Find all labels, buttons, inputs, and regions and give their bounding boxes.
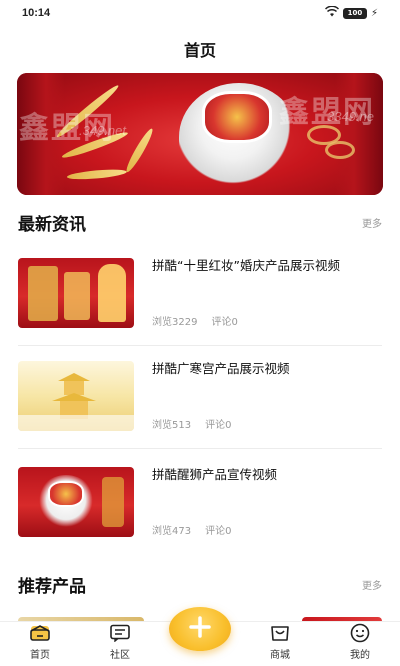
recommended-more-link[interactable]: 更多 [362, 577, 382, 592]
latest-news-title-text: 最新资讯 [18, 215, 86, 235]
shop-bag-icon [269, 624, 291, 642]
wifi-icon [324, 5, 340, 20]
recommended-title-text: 推荐产品 [18, 577, 86, 597]
latest-news-header: 最新资讯 更多 [18, 210, 382, 237]
news-thumbnail [18, 467, 134, 537]
tab-profile-label: 我的 [350, 650, 370, 661]
tab-shop[interactable]: 商城 [240, 622, 320, 666]
news-meta: 浏览473 评论0 [152, 522, 231, 537]
tab-profile[interactable]: 我的 [320, 622, 400, 666]
latest-news-title: 最新资讯 [18, 210, 86, 237]
center-add-button[interactable] [169, 607, 231, 651]
recommended-header: 推荐产品 更多 [18, 572, 382, 599]
watermark-url-left: .349.net [79, 123, 126, 138]
profile-smile-icon [349, 623, 371, 643]
battery-icon: 100 [342, 7, 367, 19]
status-bar: 10:14 100 ⚡ [0, 0, 400, 26]
plus-icon [187, 614, 213, 645]
community-icon [109, 624, 131, 642]
news-info: 拼酷醒狮产品宣传视频 浏览473 评论0 [152, 467, 382, 539]
status-time: 10:14 [22, 7, 51, 19]
lion-face [202, 91, 272, 143]
news-meta: 浏览3229 评论0 [152, 313, 238, 328]
views-count: 浏览473 [152, 526, 192, 537]
divider [18, 345, 382, 346]
latest-news-more-link[interactable]: 更多 [362, 215, 382, 230]
tab-home[interactable]: 首页 [0, 622, 80, 666]
news-item[interactable]: 拼酷醒狮产品宣传视频 浏览473 评论0 [18, 467, 382, 539]
news-thumbnail [18, 258, 134, 328]
news-item[interactable]: 拼酷广寒宫产品展示视频 浏览513 评论0 [18, 361, 382, 433]
tab-shop-label: 商城 [270, 650, 290, 661]
bolt-icon: ⚡ [370, 7, 378, 19]
page-title: 首页 [183, 41, 216, 60]
news-info: 拼酷“十里红妆”婚庆产品展示视频 浏览3229 评论0 [152, 258, 382, 330]
comments-count: 评论0 [211, 317, 238, 328]
watermark-url-right: 3349.ne [327, 109, 374, 124]
news-thumbnail [18, 361, 134, 431]
tab-home-label: 首页 [30, 650, 50, 661]
comments-count: 评论0 [205, 526, 232, 537]
news-info: 拼酷广寒宫产品展示视频 浏览513 评论0 [152, 361, 382, 433]
gold-leaf [123, 126, 156, 174]
news-title: 拼酷广寒宫产品展示视频 [152, 361, 290, 376]
news-item[interactable]: 拼酷“十里红妆”婚庆产品展示视频 浏览3229 评论0 [18, 258, 382, 330]
comments-count: 评论0 [205, 420, 232, 431]
app-screen: 10:14 100 ⚡ 首页 鑫盟网 .349.net 鑫盟网 3349.ne … [0, 0, 400, 666]
tab-community[interactable]: 社区 [80, 622, 160, 666]
recommended-title: 推荐产品 [18, 572, 86, 599]
news-title: 拼酷“十里红妆”婚庆产品展示视频 [152, 258, 340, 273]
views-count: 浏览513 [152, 420, 192, 431]
gold-cloud [325, 141, 355, 159]
divider [18, 448, 382, 449]
home-icon [29, 624, 51, 642]
news-meta: 浏览513 评论0 [152, 416, 231, 431]
news-title: 拼酷醒狮产品宣传视频 [152, 467, 278, 482]
promo-banner[interactable]: 鑫盟网 .349.net 鑫盟网 3349.ne [17, 73, 383, 195]
views-count: 浏览3229 [152, 317, 198, 328]
status-icons: 100 ⚡ [324, 5, 378, 20]
tab-community-label: 社区 [110, 650, 130, 661]
gold-leaf [66, 167, 128, 181]
